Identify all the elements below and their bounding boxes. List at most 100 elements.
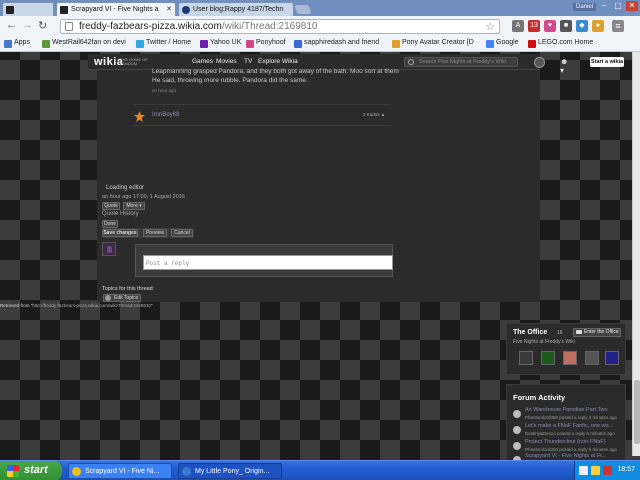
post-meta-time: an hour ago 17:00, 1 August 2016 xyxy=(102,194,185,200)
browser-user-name[interactable]: Daniel xyxy=(572,3,596,11)
chat-user-avatar[interactable] xyxy=(585,351,599,365)
page-scrollbar[interactable] xyxy=(632,52,640,456)
twitter-icon xyxy=(136,40,144,48)
extension-badge: 13 xyxy=(530,22,538,29)
nav-movies[interactable]: Movies xyxy=(216,58,237,65)
extension-icon[interactable]: ■ xyxy=(560,20,572,32)
bookmark-yahoo[interactable]: Yahoo UK xyxy=(200,39,241,48)
google-icon xyxy=(486,40,494,48)
quote-history-link[interactable]: Quote History xyxy=(102,211,139,217)
user-star-avatar-icon xyxy=(134,111,145,122)
bookmark-sapphiredash[interactable]: sapphiredash and friend xyxy=(294,39,379,48)
wikia-search-input[interactable]: Search Five Nights at Freddy's Wiki xyxy=(404,57,518,67)
menu-icon[interactable]: ≡ xyxy=(612,20,624,32)
url-host: freddy-fazbears-pizza.wikia.com xyxy=(79,21,222,32)
reply-input[interactable]: Post a reply xyxy=(143,255,393,270)
forum-activity-module: Forum Activity An Warehouse Paradise Par… xyxy=(506,384,626,466)
bookmark-twitter[interactable]: Twitter / Home xyxy=(136,39,191,48)
tab-close-icon[interactable]: ✕ xyxy=(166,5,172,13)
tab-user-blog[interactable]: User blog:Rappy 4187/Techn xyxy=(178,2,294,16)
tab-scrapyard[interactable]: Scrapyard VI - Five Nights a ✕ xyxy=(56,2,176,16)
tab-pinned[interactable] xyxy=(2,2,54,16)
reply-username[interactable]: IronBoy88 xyxy=(152,112,179,118)
save-changes-button[interactable]: Save changes xyxy=(102,229,138,237)
enter-chat-button[interactable]: Enter the Office xyxy=(573,328,621,337)
edit-topics-button[interactable]: Edit Topics xyxy=(103,294,142,302)
apps-icon xyxy=(4,40,12,48)
security-icon[interactable] xyxy=(603,466,612,475)
post-timestamp: an hour ago xyxy=(152,88,177,93)
volume-icon[interactable] xyxy=(591,466,600,475)
new-tab-button[interactable] xyxy=(294,5,312,14)
more-button[interactable]: More ▾ xyxy=(123,202,145,210)
reply-box: Post a reply xyxy=(135,244,393,277)
windows-logo-icon xyxy=(7,465,19,477)
bookmark-google[interactable]: Google xyxy=(486,39,519,48)
notifications-icon[interactable]: ☻▾ xyxy=(560,57,568,75)
close-window-icon[interactable]: ✕ xyxy=(626,1,638,11)
yahoo-icon xyxy=(200,40,208,48)
back-arrow-icon[interactable]: ← xyxy=(6,19,17,31)
chat-user-avatar[interactable] xyxy=(563,351,577,365)
retrieved-link[interactable]: http://freddy-fazbears-pizza.wikia.com/w… xyxy=(32,303,151,308)
bookmark-lego[interactable]: LEGO.com Home xyxy=(528,39,593,48)
topic-icon xyxy=(105,295,111,301)
maximize-icon[interactable]: ▢ xyxy=(612,1,624,11)
chrome-icon xyxy=(72,467,81,476)
search-icon xyxy=(408,59,414,65)
extension-badge-icon[interactable]: 13 xyxy=(528,20,540,32)
nav-explore-wikia[interactable]: Explore Wikia xyxy=(258,58,298,65)
taskbar-item-window[interactable]: My Little Pony_ Origin... xyxy=(178,463,282,479)
address-bar[interactable]: freddy-fazbears-pizza.wikia.com/wiki/Thr… xyxy=(60,19,500,34)
post-text-line: He said, throwing more rubble. Pandora d… xyxy=(152,77,308,84)
done-button[interactable]: Done xyxy=(102,220,118,228)
reply-composer: Post a reply xyxy=(102,242,393,278)
chat-user-count: 16 xyxy=(557,330,563,336)
window-icon xyxy=(182,467,191,476)
bookmark-star-icon[interactable]: ☆ xyxy=(485,20,495,33)
start-a-wikia-button[interactable]: Start a wikia xyxy=(590,57,624,67)
wikia-logo[interactable]: wikia xyxy=(94,56,123,68)
taskbar-item-chrome[interactable]: Scrapyard VI - Five Ni... xyxy=(68,463,172,479)
pony-extension-icon[interactable]: ♥ xyxy=(544,20,556,32)
forum-activity-title: Forum Activity xyxy=(513,393,566,402)
chat-user-avatar[interactable] xyxy=(605,351,619,365)
nav-tv[interactable]: TV xyxy=(244,58,252,65)
scrollbar-thumb[interactable] xyxy=(634,380,640,444)
extension-icon[interactable]: A xyxy=(512,20,524,32)
preview-button[interactable]: Preview xyxy=(143,229,167,237)
current-user-avatar xyxy=(102,242,116,256)
forward-arrow-icon[interactable]: → xyxy=(22,19,33,31)
minimize-icon[interactable]: – xyxy=(598,1,610,11)
quote-button[interactable]: Quote xyxy=(102,202,120,210)
kudos-count[interactable]: 2 Kudos ▲ xyxy=(363,112,385,117)
extension-icon[interactable]: ◆ xyxy=(576,20,588,32)
forum-item[interactable]: An Warehouse Paradise Part Two Phantomlor… xyxy=(511,407,623,423)
extension-icon[interactable]: ● xyxy=(592,20,604,32)
start-button[interactable]: start xyxy=(0,461,62,480)
system-tray: 18:57 xyxy=(574,461,640,480)
chat-bubble-icon xyxy=(576,330,582,334)
bookmark-ponyhoof[interactable]: Ponyhoof xyxy=(246,39,286,48)
tab-label: Scrapyard VI - Five Nights a xyxy=(71,6,159,13)
nav-games[interactable]: Games xyxy=(192,58,213,65)
user-avatar[interactable] xyxy=(534,57,545,68)
chat-user-avatar[interactable] xyxy=(541,351,555,365)
deviantart-icon xyxy=(42,40,50,48)
bookmark-pony-avatar[interactable]: Pony Avatar Creator [D xyxy=(392,39,474,48)
bookmark-apps[interactable]: Apps xyxy=(4,39,30,48)
bookmark-westrail[interactable]: WestRail642fan on devi xyxy=(42,39,126,48)
taskbar: start Scrapyard VI - Five Ni... My Littl… xyxy=(0,460,640,480)
cancel-button[interactable]: Cancel xyxy=(171,229,193,237)
tab-favicon xyxy=(60,6,68,14)
chat-user-avatar[interactable] xyxy=(519,351,533,365)
ponyhoof-icon xyxy=(246,40,254,48)
reload-icon[interactable]: ↻ xyxy=(38,19,47,32)
topics-label: Topics for this thread: xyxy=(102,286,155,292)
forum-item[interactable]: Let's make a FNaF Fanfic, one wo... Desti… xyxy=(511,423,623,439)
retrieved-from: Retrieved from "http://freddy-fazbears-p… xyxy=(0,303,153,308)
user-avatar-icon xyxy=(513,410,521,418)
thread-content: Leapmanning grasped Pandora, and they bo… xyxy=(97,68,540,302)
tab-favicon xyxy=(182,6,190,14)
network-icon[interactable] xyxy=(579,466,588,475)
